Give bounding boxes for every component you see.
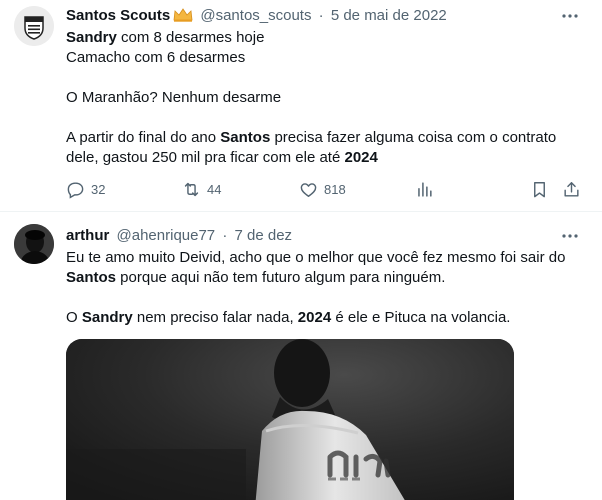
text-span: com 8 desarmes hoje (116, 29, 265, 46)
text-line: Camacho com 6 desarmes (66, 49, 246, 66)
text-line: O Sandry nem preciso falar nada, 2024 é … (66, 308, 584, 328)
text-line: dele, gastou 250 mil pra ficar com ele a… (66, 148, 584, 168)
santos-crest-icon (14, 6, 54, 46)
text-bold: Santos (66, 269, 117, 286)
views-button[interactable] (415, 178, 434, 200)
views-icon (418, 181, 432, 197)
tweet-header: arthur @ahenrique77 · 7 de dez (66, 226, 562, 246)
retweet-count: 44 (207, 181, 222, 197)
display-name[interactable]: arthur (66, 227, 109, 244)
tweet-actions: 32 44 818 (66, 178, 586, 200)
handle[interactable]: @santos_scouts (200, 7, 311, 24)
crown-icon (173, 8, 193, 28)
text-span: precisa fazer alguma coisa com o contrat… (270, 129, 557, 146)
bookmark-icon (534, 181, 545, 197)
avatar[interactable] (14, 224, 54, 264)
text-line: Eu te amo muito Deivid, acho que o melho… (66, 249, 566, 266)
text-bold: Santos (220, 129, 271, 146)
text-line: O Maranhão? Nenhum desarme (66, 89, 282, 106)
separator-dot: · (318, 7, 324, 24)
text-bold: Sandry (66, 29, 117, 46)
share-icon (564, 181, 579, 197)
text-bold: 2024 (297, 309, 332, 326)
tweet-text: Sandry com 8 desarmes hoje Camacho com 6… (66, 28, 584, 168)
text-span: dele, gastou 250 mil pra ficar com ele a… (66, 149, 345, 166)
timestamp[interactable]: 5 de mai de 2022 (331, 7, 447, 24)
tweet-media-photo[interactable] (66, 339, 514, 500)
reply-icon (67, 181, 84, 199)
like-button[interactable]: 818 (299, 178, 346, 200)
tweet-arthur[interactable]: arthur @ahenrique77 · 7 de dez Eu te amo… (0, 213, 602, 500)
text-line: A partir do final do ano Santos precisa … (66, 128, 584, 148)
text-bold: 2024 (344, 149, 378, 166)
profile-photo (14, 224, 54, 264)
display-name[interactable]: Santos Scouts (66, 7, 170, 24)
tweet-header: Santos Scouts @santos_scouts · 5 de mai … (66, 6, 562, 26)
football-player-photo (66, 339, 514, 500)
handle[interactable]: @ahenrique77 (117, 227, 216, 244)
more-icon[interactable] (560, 6, 580, 26)
text-line: Sandry com 8 desarmes hoje (66, 28, 584, 48)
like-icon (300, 182, 317, 197)
retweet-button[interactable]: 44 (182, 178, 221, 200)
bookmark-button[interactable] (530, 178, 549, 200)
text-span: porque aqui não tem futuro algum para ni… (116, 269, 446, 286)
text-span: é ele e Pituca na volancia. (331, 309, 511, 326)
share-button[interactable] (562, 178, 581, 200)
text-span: O (66, 309, 82, 326)
avatar[interactable] (14, 6, 54, 46)
tweet-santos-scouts[interactable]: Santos Scouts @santos_scouts · 5 de mai … (0, 0, 602, 212)
reply-count: 32 (91, 181, 106, 197)
text-span: nem preciso falar nada, (132, 309, 298, 326)
separator-dot: · (222, 227, 228, 244)
timestamp[interactable]: 7 de dez (235, 227, 293, 244)
retweet-icon (184, 182, 199, 196)
tweet-text: Eu te amo muito Deivid, acho que o melho… (66, 248, 584, 328)
text-bold: Sandry (81, 309, 133, 326)
text-span: A partir do final do ano (66, 129, 221, 146)
text-line: Santos porque aqui não tem futuro algum … (66, 268, 584, 288)
reply-button[interactable]: 32 (66, 178, 105, 200)
more-icon[interactable] (560, 226, 580, 246)
like-count: 818 (324, 181, 346, 197)
